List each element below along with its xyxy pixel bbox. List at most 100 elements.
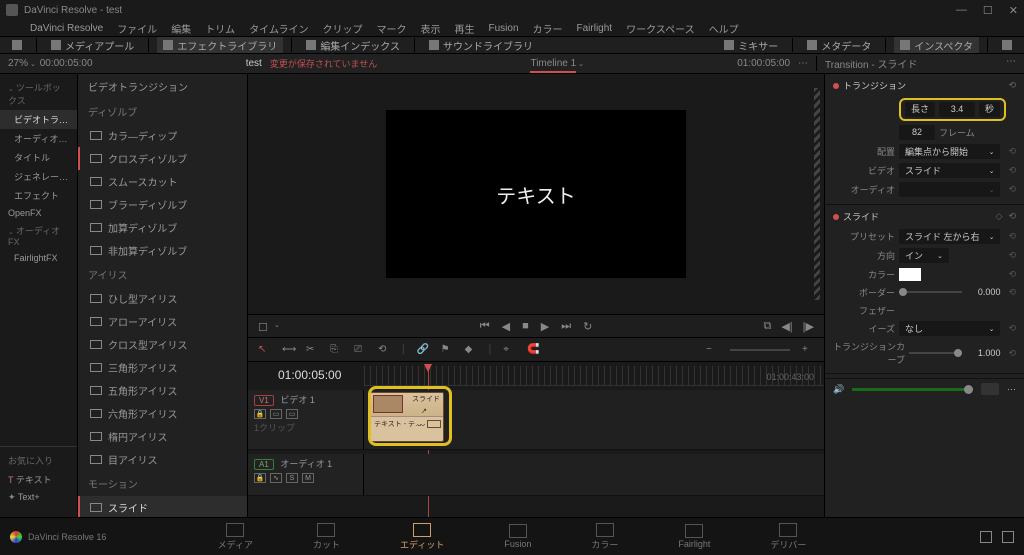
page-media[interactable]: メディア	[210, 521, 261, 553]
effect-item-slide[interactable]: スライド	[78, 496, 247, 519]
effect-item[interactable]: 六角形アイリス	[78, 402, 247, 425]
viewer-mode-icon[interactable]: ☐	[258, 321, 268, 331]
trim-tool-icon[interactable]: ⟷	[282, 344, 294, 356]
clip[interactable]: スライド↗ テキスト - テ…〰	[370, 392, 444, 442]
menu-item[interactable]: Fusion	[489, 23, 519, 34]
next-frame-button[interactable]: ⏭	[561, 320, 571, 333]
timeline-ruler[interactable]	[364, 366, 824, 386]
mark-out-button[interactable]: |▶	[803, 320, 814, 333]
replace-icon[interactable]: ⟲	[378, 344, 390, 356]
mixer-button[interactable]: ミキサー	[718, 37, 784, 53]
menu-item[interactable]: トリム	[205, 21, 235, 36]
insert-icon[interactable]: ⎘	[330, 344, 342, 356]
volume-slider[interactable]	[852, 388, 973, 391]
menu-item[interactable]: Fairlight	[577, 23, 613, 34]
audio-transition-select[interactable]: ⌄	[899, 182, 1000, 197]
track-header-v1[interactable]: V1 ビデオ 1 🔒▭▭ 1クリップ	[248, 390, 364, 450]
audiofx-header[interactable]: ⌄ オーディオFX	[0, 221, 77, 250]
favorite-item[interactable]: T テキスト	[0, 470, 77, 489]
project-settings-icon[interactable]	[1002, 531, 1014, 543]
overwrite-icon[interactable]: ⎚	[354, 344, 366, 356]
play-button[interactable]: ▶	[541, 320, 549, 333]
effects-library-button[interactable]: エフェクトライブラリ	[157, 37, 283, 53]
border-slider[interactable]	[899, 291, 962, 293]
first-frame-button[interactable]: ⏮	[480, 320, 490, 333]
group-transition[interactable]: トランジション	[843, 79, 906, 92]
keyframe-icon[interactable]: ◇	[996, 211, 1003, 222]
toolbox-item[interactable]: オーディオトランジ…	[0, 129, 77, 148]
mute-button[interactable]: M	[302, 473, 314, 483]
page-fusion[interactable]: Fusion	[496, 522, 539, 551]
curve-slider[interactable]	[909, 352, 962, 354]
alignment-select[interactable]: 編集点から開始⌄	[899, 144, 1000, 159]
blade-tool-icon[interactable]: ✂	[306, 344, 318, 356]
zoom-out-icon[interactable]: −	[706, 344, 718, 356]
lock-icon[interactable]: 🔒	[254, 409, 266, 419]
toolbox-item[interactable]: ビデオトランジション	[0, 110, 77, 129]
prev-frame-button[interactable]: ◀	[502, 320, 510, 333]
zoom-level[interactable]: 27%	[8, 58, 28, 69]
loop-button[interactable]: ↻	[583, 320, 592, 333]
panel-toggle[interactable]	[6, 37, 28, 53]
solo-button[interactable]: S	[286, 473, 298, 483]
marker-icon[interactable]: ◆	[465, 344, 477, 356]
track-header-a1[interactable]: A1 オーディオ 1 🔒∿SM	[248, 454, 364, 496]
menu-item[interactable]: ワークスペース	[626, 21, 695, 36]
menu-item[interactable]: マーク	[377, 21, 407, 36]
curve-icon[interactable]: ∿	[270, 473, 282, 483]
zoom-in-icon[interactable]: +	[802, 344, 814, 356]
menu-item[interactable]: 編集	[171, 21, 191, 36]
menu-item[interactable]: カラー	[533, 21, 563, 36]
stop-button[interactable]: ■	[522, 320, 529, 332]
chevron-down-icon[interactable]: ⌄	[576, 60, 584, 68]
fairlightfx-item[interactable]: FairlightFX	[0, 250, 77, 266]
edit-index-button[interactable]: 編集インデックス	[300, 37, 406, 53]
metadata-button[interactable]: メタデータ	[801, 37, 877, 53]
favorite-item[interactable]: ✦ Text+	[0, 489, 77, 506]
border-value[interactable]: 0.000	[966, 287, 1000, 297]
dim-button[interactable]	[981, 383, 999, 395]
sound-library-button[interactable]: サウンドライブラリ	[423, 37, 539, 53]
ease-select[interactable]: なし⌄	[899, 321, 1000, 336]
match-frame-icon[interactable]: ⧉	[763, 320, 771, 333]
disable-icon[interactable]: ▭	[270, 409, 282, 419]
minimize-button[interactable]: —	[956, 4, 967, 17]
snap-icon[interactable]: ⌖	[503, 344, 515, 356]
maximize-button[interactable]: ☐	[983, 4, 993, 17]
inspector-button[interactable]: インスペクタ	[894, 37, 979, 53]
menu-item[interactable]: タイムライン	[249, 21, 308, 36]
effect-item[interactable]: 非加算ディゾルブ	[78, 239, 247, 262]
effect-item[interactable]: クロス型アイリス	[78, 333, 247, 356]
flag-icon[interactable]: ⚑	[441, 344, 453, 356]
v1-badge[interactable]: V1	[254, 395, 274, 406]
curve-value[interactable]: 1.000	[966, 348, 1000, 358]
selection-tool-icon[interactable]: ↖	[258, 344, 270, 356]
timeline[interactable]: 01:00:05:00 01:00:43:00 V1 ビデオ 1 🔒▭▭ 1クリ…	[248, 362, 824, 536]
close-button[interactable]: ✕	[1009, 4, 1018, 17]
color-swatch[interactable]	[899, 268, 921, 281]
page-cut[interactable]: カット	[305, 521, 348, 553]
volume-options-icon[interactable]: ⋯	[1007, 384, 1016, 395]
page-fairlight[interactable]: Fairlight	[670, 522, 718, 551]
effect-item[interactable]: ひし型アイリス	[78, 287, 247, 310]
toolbox-header[interactable]: ⌄ ツールボックス	[0, 78, 77, 110]
toolbox-item[interactable]: エフェクト	[0, 186, 77, 205]
toolbox-item[interactable]: タイトル	[0, 148, 77, 167]
menu-item[interactable]: クリップ	[323, 21, 363, 36]
mark-in-button[interactable]: ◀|	[781, 320, 792, 333]
panel-toggle-right[interactable]	[996, 37, 1018, 53]
toolbox-item[interactable]: ジェネレーター	[0, 167, 77, 186]
group-slide[interactable]: スライド	[843, 210, 879, 223]
view-icon[interactable]: ▭	[286, 409, 298, 419]
lock-icon[interactable]: 🔒	[254, 473, 266, 483]
reset-icon[interactable]: ⟲	[1008, 80, 1016, 91]
link-icon[interactable]: 🔗	[417, 344, 429, 356]
effect-item[interactable]: 目アイリス	[78, 448, 247, 471]
menu-item[interactable]: DaVinci Resolve	[30, 23, 103, 34]
direction-select[interactable]: イン⌄	[899, 248, 949, 263]
viewer-canvas[interactable]: テキスト	[386, 110, 686, 278]
page-edit[interactable]: エディット	[392, 521, 452, 553]
preset-select[interactable]: スライド 左から右⌄	[899, 229, 1000, 244]
effect-item[interactable]: ブラーディゾルブ	[78, 193, 247, 216]
effect-item[interactable]: アローアイリス	[78, 310, 247, 333]
